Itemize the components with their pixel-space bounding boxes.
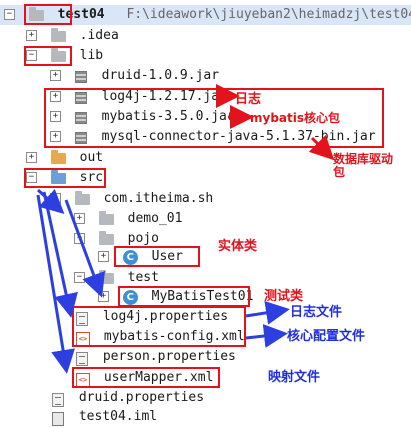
tree-node-iml[interactable]: test04.iml: [52, 407, 157, 427]
properties-file-icon: [52, 393, 64, 407]
annotation-log: 日志: [235, 92, 262, 107]
tree-node-idea[interactable]: + .idea: [26, 26, 119, 46]
annotation-core-config: 核心配置文件: [287, 329, 366, 344]
expand-icon[interactable]: +: [26, 151, 37, 163]
package-label: com.itheima.sh: [103, 191, 214, 206]
tree-node-person-properties[interactable]: person.properties: [76, 347, 236, 367]
arrow-src-to-config: [42, 191, 78, 318]
collapse-icon[interactable]: −: [50, 192, 61, 204]
collapse-icon[interactable]: −: [74, 232, 85, 244]
properties-file-icon: [76, 352, 88, 366]
package-icon: [98, 269, 114, 284]
annotation-db-driver-2: 包: [333, 165, 346, 179]
tree-node-test[interactable]: − test: [74, 268, 159, 288]
collapse-icon[interactable]: −: [74, 271, 85, 283]
highlight-test-class: [118, 286, 250, 307]
file-label: person.properties: [102, 349, 236, 364]
highlight-config-files: [72, 306, 246, 347]
expand-icon[interactable]: +: [50, 69, 61, 81]
highlight-mapper: [72, 367, 220, 388]
package-icon: [98, 230, 114, 245]
jar-icon: [74, 71, 87, 83]
expand-icon[interactable]: +: [26, 29, 37, 41]
package-icon: [98, 210, 114, 225]
folder-label: out: [79, 150, 104, 165]
expand-icon[interactable]: +: [74, 212, 85, 224]
package-icon: [74, 190, 90, 205]
output-folder-icon: [50, 149, 66, 164]
annotation-mybatis-core: mybatis核心包: [250, 111, 341, 125]
collapse-icon[interactable]: −: [4, 8, 15, 20]
folder-label: lib: [79, 48, 104, 63]
folder-icon: [50, 27, 66, 42]
highlight-project: [24, 4, 72, 25]
package-label: pojo: [127, 231, 159, 246]
file-label: test04.iml: [78, 409, 158, 424]
tree-node-jar[interactable]: + druid-1.0.9.jar: [50, 66, 219, 86]
module-file-icon: [52, 412, 64, 426]
tree-node-package[interactable]: − com.itheima.sh: [50, 189, 213, 209]
project-path: F:\ideawork\jiuyeban2\heimadzj\test04: [126, 7, 411, 22]
package-label: test: [127, 270, 159, 285]
arrow-log-file: [245, 300, 290, 325]
expand-icon[interactable]: +: [98, 250, 109, 262]
arrow-core-config: [245, 324, 288, 348]
annotation-log-file: 日志文件: [290, 305, 343, 320]
annotation-entity: 实体类: [218, 239, 258, 254]
tree-node-druid-properties[interactable]: druid.properties: [52, 388, 204, 408]
highlight-user: [114, 246, 200, 267]
file-label: druid.properties: [78, 390, 205, 405]
arrow-src-to-mapper: [36, 194, 75, 374]
annotation-mapping-file: 映射文件: [268, 370, 321, 385]
expand-icon[interactable]: +: [98, 290, 109, 302]
tree-node-demo[interactable]: + demo_01: [74, 209, 182, 229]
folder-label: .idea: [79, 28, 119, 43]
package-label: demo_01: [127, 211, 183, 226]
highlight-lib: [24, 46, 72, 66]
tree-node-out[interactable]: + out: [26, 148, 103, 168]
jar-label: druid-1.0.9.jar: [101, 68, 220, 83]
highlight-src: [24, 168, 106, 188]
